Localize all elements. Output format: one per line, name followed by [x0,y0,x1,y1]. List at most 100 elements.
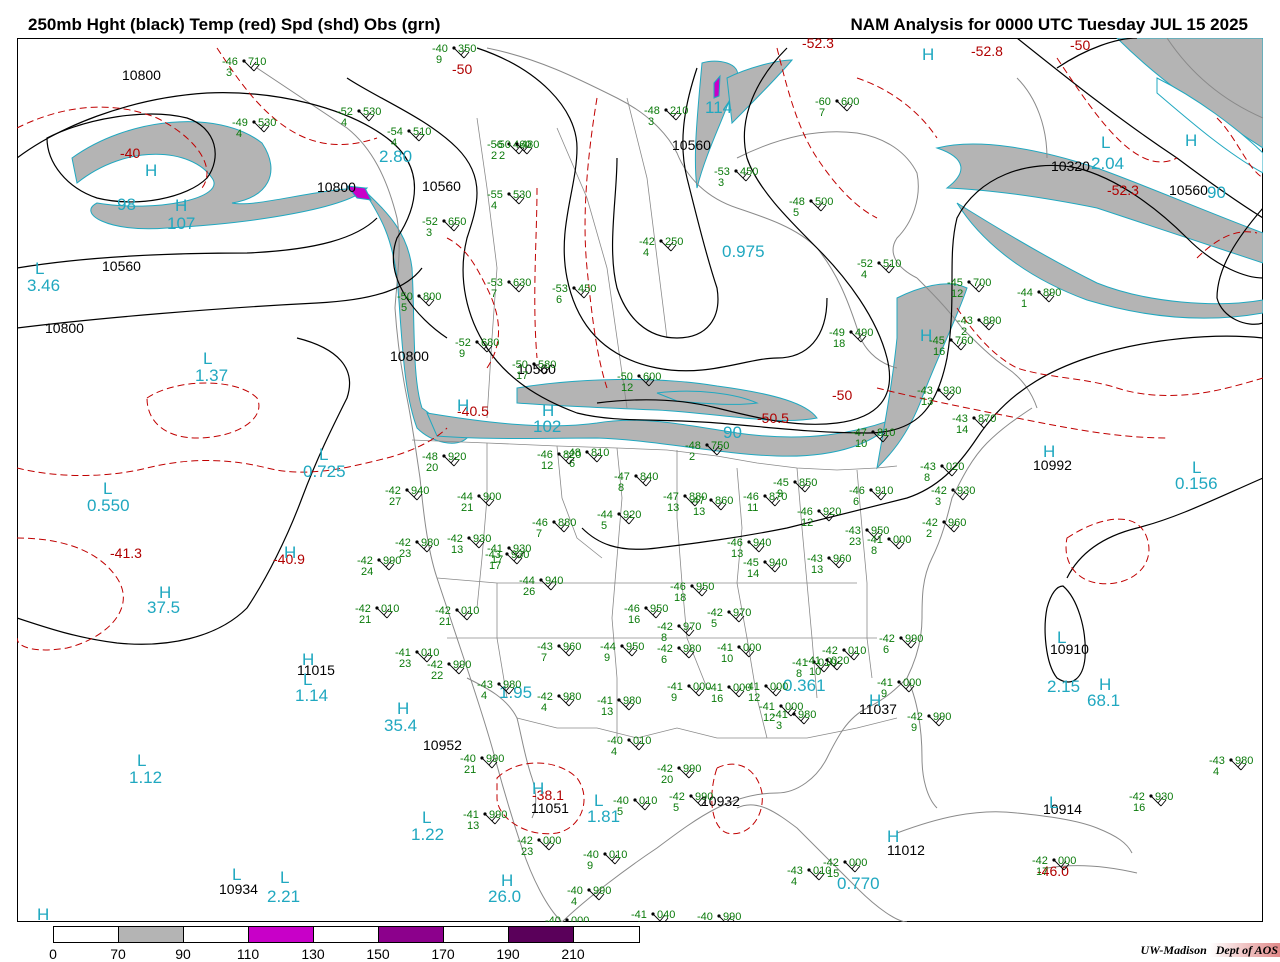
station-dot [633,798,637,802]
obs-dewpoint-depression: 17 [489,560,501,572]
speed-label: 1.12 [129,768,162,787]
obs-dewpoint-depression: 21 [461,502,473,514]
low-marker: L [1057,628,1066,647]
station-dot [683,494,687,498]
obs-height: 990 [453,659,471,671]
station-dot [442,219,446,223]
colorbar-bin [118,926,184,943]
obs-dewpoint-depression: 3 [226,67,232,79]
high-marker: H [1185,131,1197,150]
station-dot [603,852,607,856]
station-dot [572,286,576,290]
obs-height: 810 [877,427,895,439]
station-dot [455,608,459,612]
high-marker: H [1099,675,1111,694]
speed-label: 1.22 [411,825,444,844]
obs-height: 010 [421,647,439,659]
obs-dewpoint-depression: 4 [1213,766,1219,778]
obs-dewpoint-depression: 2 [499,150,505,162]
station-dot [927,714,931,718]
obs-dewpoint-depression: 18 [674,592,686,604]
station-dot [825,658,829,662]
station-dot [405,488,409,492]
obs-height: 980 [503,679,521,691]
station-dot [375,606,379,610]
obs-height: 990 [695,791,713,803]
obs-dewpoint-depression: 3 [426,227,432,239]
station-dot [899,636,903,640]
obs-dewpoint-depression: 3 [935,496,941,508]
obs-height: 450 [740,166,758,178]
temperature-label: -52.3 [802,38,834,51]
obs-height: 990 [593,885,611,897]
obs-dewpoint-depression: 6 [883,644,889,656]
height-label: 10320 [1051,158,1090,174]
obs-height: 820 [563,449,581,461]
station-dot [452,46,456,50]
obs-dewpoint-depression: 12 [621,382,633,394]
obs-dewpoint-depression: 8 [618,482,624,494]
obs-dewpoint-depression: 16 [1133,802,1145,814]
height-label: 10800 [45,320,84,336]
obs-height: 890 [983,315,1001,327]
obs-height: 960 [833,553,851,565]
height-label: 10800 [390,348,429,364]
obs-dewpoint-depression: 4 [391,137,397,149]
station-dot [937,388,941,392]
obs-dewpoint-depression: 9 [881,688,887,700]
high-marker: H [145,161,157,180]
high-marker: H [302,650,314,669]
obs-dewpoint-depression: 20 [426,462,438,474]
obs-height: 910 [875,485,893,497]
station-dot [357,109,361,113]
obs-dewpoint-depression: 4 [481,690,487,702]
colorbar-bin [573,926,640,943]
obs-height: 950 [626,641,644,653]
obs-height: 940 [411,485,429,497]
obs-height: 510 [883,258,901,270]
temperature-label: -52.3 [1107,182,1139,198]
obs-height: 980 [421,537,439,549]
low-marker: L [103,479,112,498]
obs-dewpoint-depression: 5 [401,302,407,314]
station-dot [737,645,741,649]
obs-height: 810 [591,447,609,459]
high-marker: H [159,583,171,602]
low-marker: L [137,751,146,770]
obs-dewpoint-depression: 11 [747,502,758,514]
obs-dewpoint-depression: 5 [673,802,679,814]
height-label: 10910 [1050,641,1089,657]
obs-height: 990 [933,711,951,723]
station-dot [977,318,981,322]
station-dot [587,888,591,892]
speed-label: 0.725 [303,462,346,481]
obs-height: 990 [683,763,701,775]
station-dot [507,192,511,196]
obs-height: 980 [798,709,816,721]
obs-height: 010 [461,605,479,617]
station-dot [617,512,621,516]
temperature-label: -50 [452,61,472,77]
obs-dewpoint-depression: 9 [911,722,917,734]
station-dot [793,480,797,484]
station-dot [1229,758,1233,762]
station-dot [842,648,846,652]
obs-height: 980 [683,643,701,655]
station-dot [677,766,681,770]
obs-height: 880 [558,517,576,529]
map-svg: 1080010560105601080010800108001056010320… [17,38,1263,922]
obs-dewpoint-depression: 17 [1036,866,1048,878]
obs-dewpoint-depression: 6 [661,654,667,666]
station-dot [677,646,681,650]
obs-height: 850 [799,477,817,489]
obs-dewpoint-depression: 23 [521,846,533,858]
station-dot [407,129,411,133]
low-marker: L [303,670,312,689]
temperature-label: -52.8 [971,43,1003,59]
obs-dewpoint-depression: 3 [648,116,654,128]
analysis-time-label: NAM Analysis for 0000 UTC Tuesday JUL 15… [850,15,1248,34]
obs-dewpoint-depression: 13 [451,544,463,556]
station-dot [764,684,768,688]
station-dot [940,464,944,468]
station-dot [705,443,709,447]
